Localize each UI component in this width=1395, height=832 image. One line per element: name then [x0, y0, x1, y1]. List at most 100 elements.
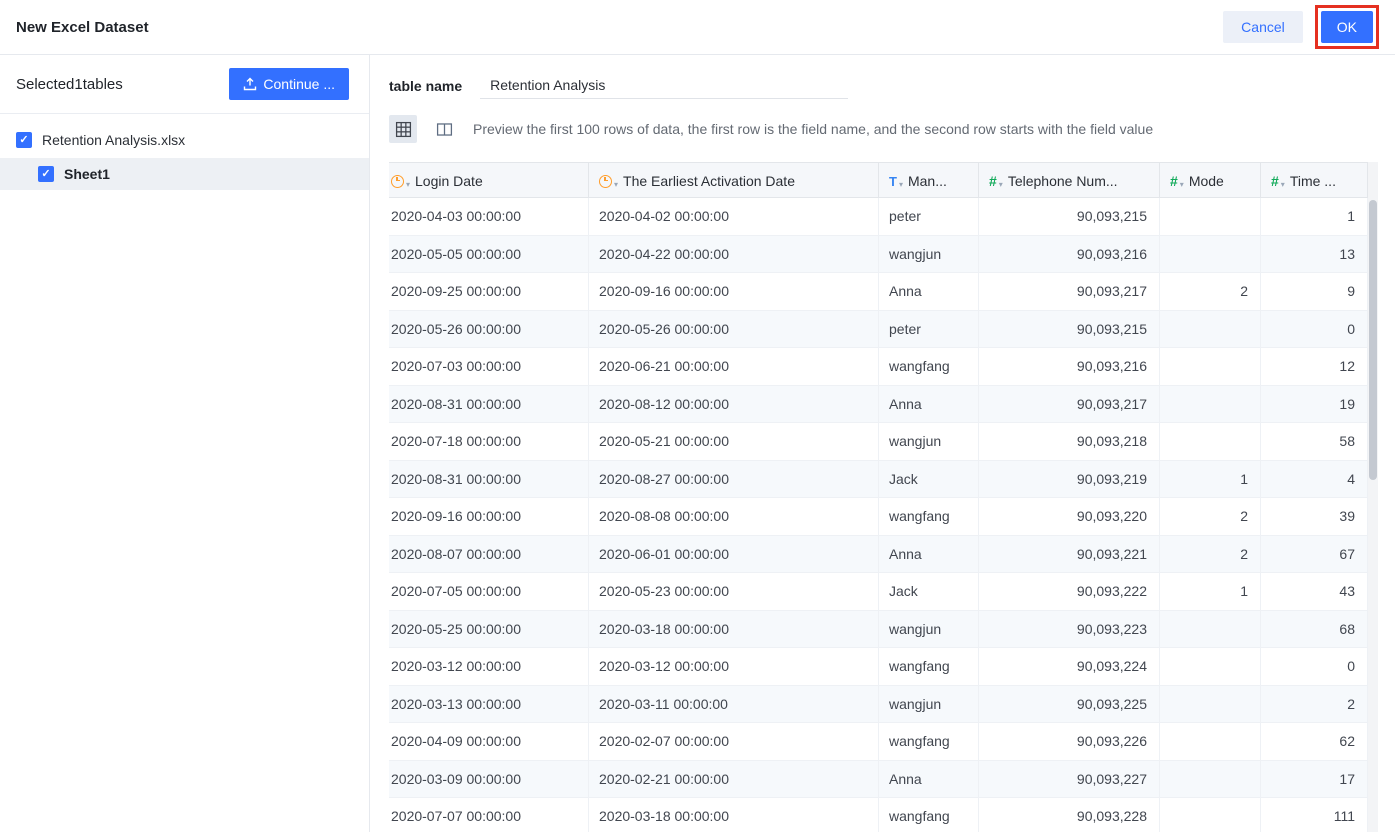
table-row: 2020-08-31 00:00:00 2020-08-27 00:00:00 Ja… [389, 460, 1378, 498]
table-row: 2020-07-07 00:00:00 2020-03-18 00:00:00 wa… [389, 798, 1378, 832]
table-cell: 12 [1261, 348, 1368, 385]
ok-button[interactable]: OK [1320, 11, 1373, 43]
column-header[interactable]: # ▾ Time ... [1261, 163, 1368, 199]
table-name-row: table name [370, 55, 1395, 99]
table-cell: Anna [879, 535, 979, 572]
main-panel: table name Previ [370, 55, 1395, 832]
table-cell: wangfang [879, 798, 979, 832]
table-cell: 90,093,222 [979, 573, 1160, 610]
table-cell: 90,093,215 [979, 310, 1160, 347]
table-cell: wangfang [879, 723, 979, 760]
table-cell: 2020-08-07 00:00:00 [389, 535, 589, 572]
table-cell: 90,093,217 [979, 385, 1160, 422]
table-row: 2020-07-18 00:00:00 2020-05-21 00:00:00 wa… [389, 423, 1378, 461]
table-row: 2020-09-16 00:00:00 2020-08-08 00:00:00 wa… [389, 498, 1378, 536]
table-cell: 90,093,228 [979, 798, 1160, 832]
check-icon: ✓ [19, 133, 29, 146]
table-cell: 2020-05-26 00:00:00 [589, 310, 879, 347]
file-item[interactable]: ✓ Retention Analysis.xlsx [0, 122, 369, 158]
table-cell: 90,093,226 [979, 723, 1160, 760]
table-cell: Anna [879, 273, 979, 310]
table-header-row: ▾ Login Date ▾ The Earliest Activation Date… [389, 162, 1378, 199]
table-cell: 2020-04-22 00:00:00 [589, 235, 879, 272]
table-cell [1160, 235, 1261, 272]
table-cell: 2020-05-23 00:00:00 [589, 573, 879, 610]
scrollbar-thumb[interactable] [1369, 200, 1377, 480]
number-type-icon: # [989, 173, 997, 189]
column-header[interactable]: # ▾ Telephone Num... [979, 163, 1160, 199]
type-dropdown-caret-icon[interactable]: ▾ [899, 180, 903, 189]
table-cell: 2020-04-09 00:00:00 [389, 723, 589, 760]
type-dropdown-caret-icon[interactable]: ▾ [1281, 180, 1285, 189]
table-cell: 2020-07-05 00:00:00 [389, 573, 589, 610]
table-cell [1160, 648, 1261, 685]
table-row: 2020-03-13 00:00:00 2020-03-11 00:00:00 wa… [389, 685, 1378, 723]
upload-icon [243, 77, 257, 91]
table-cell: 90,093,215 [979, 198, 1160, 235]
table-cell: 90,093,221 [979, 535, 1160, 572]
table-cell [1160, 685, 1261, 722]
table-cell: 13 [1261, 235, 1368, 272]
table-cell: wangjun [879, 423, 979, 460]
column-name: The Earliest Activation Date [623, 173, 795, 189]
selected-tables-text: Selected1tables [16, 75, 123, 93]
table-cell: 9 [1261, 273, 1368, 310]
table-cell: 2020-08-27 00:00:00 [589, 460, 879, 497]
table-cell: 90,093,216 [979, 348, 1160, 385]
table-cell: wangjun [879, 235, 979, 272]
table-row: 2020-04-09 00:00:00 2020-02-07 00:00:00 wa… [389, 723, 1378, 761]
column-header[interactable]: T ▾ Man... [879, 163, 979, 199]
type-dropdown-caret-icon[interactable]: ▾ [614, 180, 618, 189]
vertical-scrollbar[interactable] [1368, 162, 1378, 832]
table-cell: wangfang [879, 348, 979, 385]
table-cell: 90,093,218 [979, 423, 1160, 460]
table-cell: wangfang [879, 648, 979, 685]
table-cell: 2020-03-11 00:00:00 [589, 685, 879, 722]
type-dropdown-caret-icon[interactable]: ▾ [1180, 180, 1184, 189]
table-body: 2020-04-03 00:00:00 2020-04-02 00:00:00 pe… [389, 198, 1378, 832]
sidebar: Selected1tables Continue ... ✓ Retention… [0, 55, 370, 832]
table-cell: 1 [1261, 198, 1368, 235]
column-header[interactable]: ▾ The Earliest Activation Date [589, 163, 879, 199]
sheet-item-sheet1[interactable]: ✓ Sheet1 [0, 158, 369, 190]
sheet-name: Sheet1 [64, 166, 110, 182]
table-row: 2020-05-05 00:00:00 2020-04-22 00:00:00 wa… [389, 235, 1378, 273]
column-name: Telephone Num... [1007, 173, 1118, 189]
dialog-header: New Excel Dataset Cancel OK [0, 0, 1395, 55]
table-cell: 2020-04-03 00:00:00 [389, 198, 589, 235]
table-cell: 2020-02-07 00:00:00 [589, 723, 879, 760]
table-cell: 2020-05-26 00:00:00 [389, 310, 589, 347]
table-cell: 90,093,217 [979, 273, 1160, 310]
table-name-input[interactable] [480, 72, 849, 99]
grid-view-icon [395, 121, 412, 138]
table-cell: 111 [1261, 798, 1368, 832]
table-cell: 90,093,223 [979, 610, 1160, 647]
type-dropdown-caret-icon[interactable]: ▾ [406, 180, 410, 189]
table-cell [1160, 423, 1261, 460]
field-view-button[interactable] [430, 115, 458, 143]
table-cell: 2020-04-02 00:00:00 [589, 198, 879, 235]
text-type-icon: T [889, 173, 897, 189]
table-cell: 1 [1160, 460, 1261, 497]
table-cell: 2020-09-25 00:00:00 [389, 273, 589, 310]
continue-button[interactable]: Continue ... [229, 68, 349, 100]
table-cell: 2020-03-12 00:00:00 [589, 648, 879, 685]
column-header[interactable]: # ▾ Mode [1160, 163, 1261, 199]
table-cell: 2020-07-18 00:00:00 [389, 423, 589, 460]
sheet-checkbox[interactable]: ✓ [38, 166, 54, 182]
grid-view-button[interactable] [389, 115, 417, 143]
table-cell: 2020-09-16 00:00:00 [589, 273, 879, 310]
table-cell: 2020-05-25 00:00:00 [389, 610, 589, 647]
field-view-icon [436, 121, 453, 138]
preview-toolbar: Preview the first 100 rows of data, the … [389, 115, 1395, 143]
column-name: Mode [1188, 173, 1224, 189]
type-dropdown-caret-icon[interactable]: ▾ [999, 180, 1003, 189]
table-cell: 2020-03-18 00:00:00 [589, 610, 879, 647]
table-row: 2020-04-03 00:00:00 2020-04-02 00:00:00 pe… [389, 198, 1378, 236]
file-checkbox[interactable]: ✓ [16, 132, 32, 148]
table-row: 2020-09-25 00:00:00 2020-09-16 00:00:00 An… [389, 273, 1378, 311]
column-header[interactable]: ▾ Login Date [389, 163, 589, 199]
table-row: 2020-08-31 00:00:00 2020-08-12 00:00:00 An… [389, 385, 1378, 423]
cancel-button[interactable]: Cancel [1223, 11, 1303, 43]
table-cell: 2020-03-09 00:00:00 [389, 760, 589, 797]
